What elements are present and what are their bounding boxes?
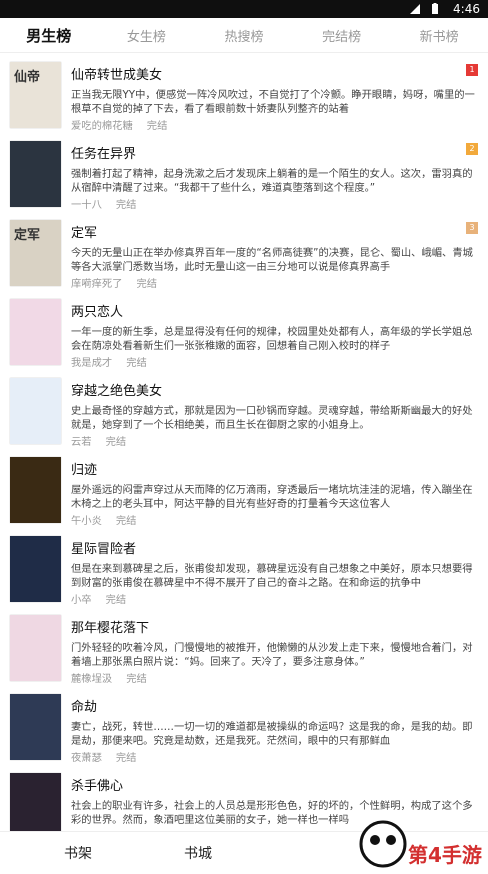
rank-badge: 2 (466, 143, 478, 155)
list-item[interactable]: 归迹屋外遥远的闷雷声穿过从天而降的亿万滴雨，穿透最后一堵坑坑洼洼的泥墙，传入蹦坐… (0, 449, 488, 528)
book-meta: 小卒 完结 (71, 591, 478, 606)
signal-icon (409, 3, 421, 15)
book-list[interactable]: 仙帝 仙帝转世成美女正当我无限YY中，便感觉一阵冷风吹过，不自觉打了个冷颤。睁开眼… (0, 54, 488, 832)
book-info: 归迹屋外遥远的闷雷声穿过从天而降的亿万滴雨，穿透最后一堵坑坑洼洼的泥墙，传入蹦坐… (71, 457, 478, 528)
book-description: 正当我无限YY中，便感觉一阵冷风吹过，不自觉打了个冷颤。睁开眼睛，妈呀，嘴里的一… (71, 89, 475, 115)
book-info: 仙帝转世成美女正当我无限YY中，便感觉一阵冷风吹过，不自觉打了个冷颤。睁开眼睛，… (71, 62, 478, 133)
book-status: 完结 (126, 673, 147, 685)
watermark-logo: 第4手游 (359, 820, 482, 868)
book-meta: 一十八 完结 (71, 196, 478, 211)
book-description: 门外轻轻的吹着冷风，门慢慢地的被推开，他懒懒的从沙发上走下来，慢慢地合着门，对着… (71, 642, 473, 668)
list-item[interactable]: 任务在异界强制着打起了精神，起身洗漱之后才发现床上躺着的是一个陌生的女人。这次，… (0, 133, 488, 212)
watermark-text: 第4手游 (408, 843, 482, 867)
cover-title: 仙帝 (14, 70, 41, 85)
tab-1[interactable]: 女生榜 (98, 26, 196, 45)
book-status: 完结 (115, 515, 137, 527)
tab-0[interactable]: 男生榜 (0, 25, 98, 46)
book-meta: 我是成才 完结 (71, 354, 478, 369)
book-info: 任务在异界强制着打起了精神，起身洗漱之后才发现床上躺着的是一个陌生的女人。这次，… (71, 141, 478, 212)
book-cover[interactable] (10, 141, 61, 207)
book-cover[interactable] (10, 378, 61, 444)
tab-4[interactable]: 新书榜 (390, 26, 488, 45)
book-author: 午小炎 (71, 515, 102, 527)
nav-bookshelf[interactable]: 书架 (18, 843, 138, 863)
book-info: 星际冒险者但是在来到慕碑星之后，张甫俊却发现，慕碑星远没有自己想象之中美好，原本… (71, 536, 478, 607)
book-description: 妻亡，战死，转世……一切一切的难道都是被操纵的命运吗？这是我的命，是我的劫。即是… (71, 721, 473, 747)
book-description: 一年一度的新生季，总是显得没有任何的规律，校园里处处都有人，高年级的学长学姐总会… (71, 326, 473, 352)
book-status: 完结 (126, 357, 147, 369)
book-title[interactable]: 星际冒险者 (71, 538, 478, 557)
book-cover[interactable] (10, 773, 61, 832)
list-item[interactable]: 那年樱花落下门外轻轻的吹着冷风，门慢慢地的被推开，他懒懒的从沙发上走下来，慢慢地… (0, 607, 488, 686)
book-cover[interactable] (10, 457, 61, 523)
book-status: 完结 (105, 594, 127, 606)
book-title[interactable]: 杀手佛心 (71, 775, 478, 794)
tab-2[interactable]: 热搜榜 (195, 26, 293, 45)
list-item[interactable]: 穿越之绝色美女史上最奇怪的穿越方式，那就是因为一口砂锅而穿越。灵魂穿越，带给斯斯… (0, 370, 488, 449)
status-bar: 4:46 (0, 0, 488, 18)
book-meta: 爱吃的棉花糖 完结 (71, 117, 478, 132)
book-author: 云若 (71, 436, 92, 448)
book-description: 今天的无量山正在举办修真界百年一度的“名师高徒赛”的决赛，昆仑、蜀山、峨嵋、青城… (71, 247, 473, 273)
book-meta: 夜萧瑟 完结 (71, 749, 478, 764)
book-title[interactable]: 任务在异界 (71, 143, 478, 162)
book-cover[interactable] (10, 615, 61, 681)
book-info: 穿越之绝色美女史上最奇怪的穿越方式，那就是因为一口砂锅而穿越。灵魂穿越，带给斯斯… (71, 378, 478, 449)
book-title[interactable]: 仙帝转世成美女 (71, 64, 478, 83)
book-cover[interactable] (10, 694, 61, 760)
book-title[interactable]: 穿越之绝色美女 (71, 380, 478, 399)
book-author: 一十八 (71, 199, 102, 211)
book-description: 强制着打起了精神，起身洗漱之后才发现床上躺着的是一个陌生的女人。这次，雷羽真的从… (71, 168, 473, 194)
book-description: 史上最奇怪的穿越方式，那就是因为一口砂锅而穿越。灵魂穿越，带给斯斯幽最大的好处就… (71, 405, 473, 431)
list-item[interactable]: 命劫妻亡，战死，转世……一切一切的难道都是被操纵的命运吗？这是我的命，是我的劫。… (0, 686, 488, 765)
book-author: 我是成才 (71, 357, 113, 369)
nav-bookstore[interactable]: 书城 (138, 843, 258, 863)
book-status: 完结 (105, 436, 127, 448)
book-status: 完结 (115, 752, 137, 764)
book-info: 那年樱花落下门外轻轻的吹着冷风，门慢慢地的被推开，他懒懒的从沙发上走下来，慢慢地… (71, 615, 478, 686)
battery-icon (431, 3, 443, 15)
book-cover[interactable]: 定军 (10, 220, 61, 286)
book-title[interactable]: 那年樱花落下 (71, 617, 478, 636)
book-info: 定军今天的无量山正在举办修真界百年一度的“名师高徒赛”的决赛，昆仑、蜀山、峨嵋、… (71, 220, 478, 291)
book-status: 完结 (146, 120, 168, 132)
book-cover[interactable] (10, 299, 61, 365)
book-author: 小卒 (71, 594, 92, 606)
book-meta: 庠嗬痒死了 完结 (71, 275, 478, 290)
rank-badge: 3 (466, 222, 478, 234)
book-title[interactable]: 两只恋人 (71, 301, 478, 320)
book-status: 完结 (115, 199, 137, 211)
book-author: 麓橡埕汲 (71, 673, 113, 685)
book-title[interactable]: 命劫 (71, 696, 478, 715)
book-cover[interactable]: 仙帝 (10, 62, 61, 128)
book-title[interactable]: 定军 (71, 222, 478, 241)
list-item[interactable]: 定军 定军 今天的无量山正在举办修真界百年一度的“名师高徒赛”的决赛，昆仑、蜀山、峨… (0, 212, 488, 291)
tab-3[interactable]: 完结榜 (293, 26, 391, 45)
book-description: 屋外遥远的闷雷声穿过从天而降的亿万滴雨，穿透最后一堵坑坑洼洼的泥墙，传入蹦坐在木… (71, 484, 473, 510)
cover-title: 定军 (14, 228, 41, 243)
book-meta: 麓橡埕汲 完结 (71, 670, 478, 685)
list-item[interactable]: 星际冒险者但是在来到慕碑星之后，张甫俊却发现，慕碑星远没有自己想象之中美好，原本… (0, 528, 488, 607)
book-meta: 云若 完结 (71, 433, 478, 448)
book-meta: 午小炎 完结 (71, 512, 478, 527)
book-author: 庠嗬痒死了 (71, 278, 123, 290)
book-author: 夜萧瑟 (71, 752, 102, 764)
book-info: 命劫妻亡，战死，转世……一切一切的难道都是被操纵的命运吗？这是我的命，是我的劫。… (71, 694, 478, 765)
book-info: 两只恋人一年一度的新生季，总是显得没有任何的规律，校园里处处都有人，高年级的学长… (71, 299, 478, 370)
list-item[interactable]: 仙帝 仙帝转世成美女正当我无限YY中，便感觉一阵冷风吹过，不自觉打了个冷颤。睁开眼… (0, 54, 488, 133)
status-time: 4:46 (453, 2, 480, 16)
book-status: 完结 (136, 278, 158, 290)
list-item[interactable]: 两只恋人一年一度的新生季，总是显得没有任何的规律，校园里处处都有人，高年级的学长… (0, 291, 488, 370)
book-title[interactable]: 归迹 (71, 459, 478, 478)
book-description: 但是在来到慕碑星之后，张甫俊却发现，慕碑星远没有自己想象之中美好，原本只想要得到… (71, 563, 473, 589)
ranking-tabs: 男生榜 女生榜 热搜榜 完结榜 新书榜 (0, 18, 488, 53)
rank-badge: 1 (466, 64, 478, 76)
book-author: 爱吃的棉花糖 (71, 120, 133, 132)
book-cover[interactable] (10, 536, 61, 602)
